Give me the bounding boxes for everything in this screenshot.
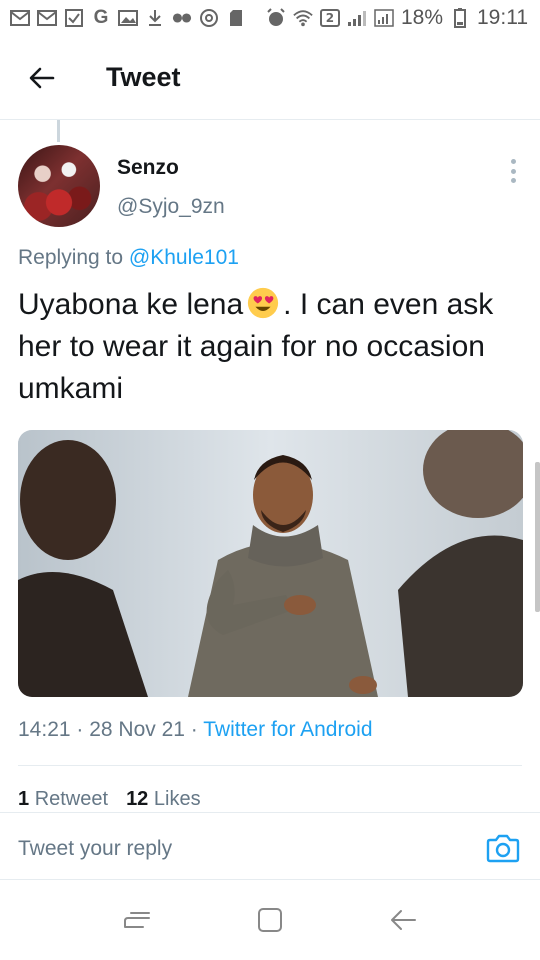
tweet-author: Senzo @Syjo_9zn <box>18 145 523 229</box>
like-count: 12 <box>126 788 149 810</box>
scrollbar[interactable] <box>535 462 540 612</box>
like-label: Likes <box>153 788 201 810</box>
tweet-stats: 1 Retweet 12 Likes <box>18 788 201 811</box>
gmail-icon <box>10 8 30 28</box>
notification-icons: G <box>10 7 246 28</box>
retweets-stat[interactable]: 1 Retweet <box>18 788 108 811</box>
google-icon: G <box>93 7 109 28</box>
retweet-count: 1 <box>18 788 30 810</box>
thread-connector <box>57 120 60 142</box>
tweet-text: Uyabona ke lena. I can even ask her to w… <box>18 284 518 410</box>
reply-composer: Tweet your reply <box>0 812 540 880</box>
page-title: Tweet <box>106 62 181 92</box>
system-icons: 2 18% 19:11 <box>266 6 528 30</box>
tweet-media-image[interactable] <box>18 430 523 697</box>
status-bar: G 2 18% 19:11 <box>0 0 540 36</box>
author-name[interactable]: Senzo <box>117 156 179 180</box>
tweet-meta: 14:21 · 28 Nov 21 · Twitter for Android <box>18 718 373 742</box>
target-icon <box>199 8 219 28</box>
retweet-label: Retweet <box>34 788 109 810</box>
tweet-time: 14:21 <box>18 718 71 741</box>
recents-icon[interactable] <box>112 895 162 945</box>
back-button[interactable] <box>0 36 84 120</box>
voicemail-icon <box>172 8 192 28</box>
meta-separator: · <box>70 718 90 741</box>
image-icon <box>118 8 138 28</box>
alarm-icon <box>266 8 286 28</box>
signal-icon <box>374 8 394 28</box>
avatar[interactable] <box>18 145 100 227</box>
tweet-date: 28 Nov 21 <box>89 718 185 741</box>
replying-prefix: Replying to <box>18 246 129 269</box>
more-options-icon[interactable] <box>505 159 521 183</box>
home-icon[interactable] <box>245 895 295 945</box>
back-icon[interactable] <box>378 895 428 945</box>
reply-input[interactable]: Tweet your reply <box>18 837 172 861</box>
tweet-text-part1: Uyabona ke lena <box>18 288 244 321</box>
media-photo <box>18 430 523 697</box>
camera-icon[interactable] <box>486 833 520 863</box>
divider <box>18 765 522 766</box>
download-icon <box>145 8 165 28</box>
meta-separator: · <box>184 718 204 741</box>
wifi-icon <box>293 8 313 28</box>
clock: 19:11 <box>477 6 528 29</box>
author-handle[interactable]: @Syjo_9zn <box>117 195 225 219</box>
battery-percent: 18% <box>400 6 443 29</box>
battery-icon <box>450 8 470 28</box>
signal-icon <box>347 8 367 28</box>
app-header: Tweet <box>0 36 540 120</box>
checkbox-icon <box>64 8 84 28</box>
replying-handle-link[interactable]: @Khule101 <box>129 246 239 269</box>
sim-icon: 2 <box>319 9 340 27</box>
arrow-left-icon <box>29 67 55 88</box>
heart-eyes-emoji-icon <box>248 287 279 319</box>
replying-to: Replying to @Khule101 <box>18 246 239 270</box>
gmail-icon <box>37 8 57 28</box>
likes-stat[interactable]: 12 Likes <box>126 788 201 811</box>
system-nav-bar <box>0 880 540 960</box>
sd-card-icon <box>226 8 246 28</box>
tweet-source-link[interactable]: Twitter for Android <box>203 718 372 741</box>
